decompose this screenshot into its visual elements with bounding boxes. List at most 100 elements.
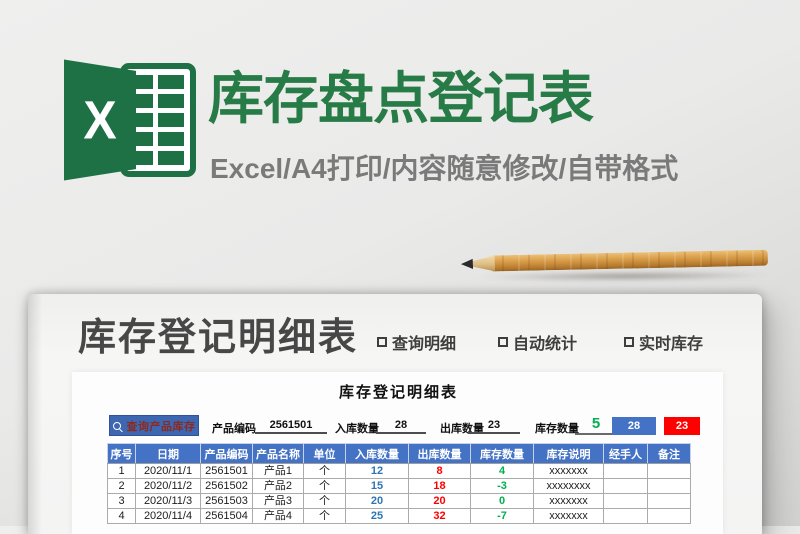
table-cell <box>647 508 691 524</box>
table-cell <box>647 463 691 479</box>
column-header: 序号 <box>107 443 136 464</box>
column-header: 日期 <box>135 443 201 464</box>
table-row: 1 2020/11/1 2561501 产品1 个 12 8 4 xxxxxxx <box>107 463 691 479</box>
template-paper: 库存登记明细表 查询明细 自动统计 实时库存 库存登记明细表 查询产品库存 产品… <box>28 294 762 534</box>
column-header: 库存数量 <box>470 443 534 464</box>
feature-label: 自动统计 <box>513 336 578 353</box>
table-cell: xxxxxxx <box>533 463 604 479</box>
table-cell: 25 <box>345 508 409 524</box>
table-cell: 20 <box>345 493 409 509</box>
excel-logo: X <box>64 57 198 183</box>
product-code-label: 产品编码 <box>212 423 256 435</box>
column-header: 入库数量 <box>345 443 409 464</box>
stock-qty-label: 库存数量 <box>535 423 579 435</box>
table-cell: 18 <box>408 478 471 494</box>
table-cell <box>603 463 648 479</box>
column-header: 库存说明 <box>533 443 604 464</box>
pencil-shadow <box>482 270 769 282</box>
table-row: 4 2020/11/4 2561504 产品4 个 25 32 -7 xxxxxxx <box>107 508 691 524</box>
table-cell: 个 <box>303 508 346 524</box>
logo-grid-cell <box>158 75 184 89</box>
inventory-table: 序号 日期 产品编码 产品名称 单位 入库数量 出库数量 库存数量 库存说明 经手人 备注 1 202… <box>107 443 691 524</box>
outbound-total-badge: 23 <box>664 417 700 435</box>
page-title: 库存盘点登记表 <box>208 67 594 130</box>
table-cell <box>603 508 648 524</box>
pencil-image <box>448 245 771 286</box>
table-cell: 2561502 <box>200 478 253 494</box>
table-cell: 4 <box>107 508 136 524</box>
table-header-row: 序号 日期 产品编码 产品名称 单位 入库数量 出库数量 库存数量 库存说明 经手人 备注 <box>107 443 691 464</box>
table-cell: 产品3 <box>252 493 304 509</box>
feature-auto-stats[interactable]: 自动统计 <box>498 330 577 354</box>
table-cell: 2020/11/1 <box>135 463 201 479</box>
checkbox-icon <box>624 337 634 347</box>
table-cell: 2020/11/3 <box>135 493 201 509</box>
inbound-qty-label: 入库数量 <box>335 423 379 435</box>
table-cell: -3 <box>470 478 534 494</box>
feature-label: 实时库存 <box>639 336 704 353</box>
table-cell: 2020/11/4 <box>135 508 201 524</box>
pencil-graphite-tip <box>461 256 473 272</box>
page-subtitle: Excel/A4打印/内容随意修改/自带格式 <box>210 153 679 184</box>
logo-grid-cell <box>158 132 184 146</box>
table-cell: 20 <box>408 493 471 509</box>
document-heading: 库存登记明细表 <box>78 317 359 359</box>
column-header: 产品编码 <box>200 443 253 464</box>
table-cell: 产品4 <box>252 508 304 524</box>
table-cell: -7 <box>470 508 534 524</box>
table-cell: 2561501 <box>200 463 253 479</box>
table-row: 3 2020/11/3 2561503 产品3 个 20 20 0 xxxxxxx <box>107 493 691 509</box>
search-product-button[interactable]: 查询产品库存 <box>109 415 199 436</box>
table-cell: 15 <box>345 478 409 494</box>
logo-grid-cell <box>135 132 154 146</box>
stock-qty-field: 5 <box>575 415 617 435</box>
column-header: 产品名称 <box>252 443 304 464</box>
table-cell: 12 <box>345 463 409 479</box>
inbound-total-badge: 28 <box>612 417 656 435</box>
table-cell: 产品1 <box>252 463 304 479</box>
table-cell: 2020/11/2 <box>135 478 201 494</box>
logo-grid-cell <box>135 75 154 89</box>
search-icon <box>112 421 121 430</box>
column-header: 单位 <box>303 443 346 464</box>
table-cell: xxxxxxx <box>533 508 604 524</box>
spreadsheet-area: 库存登记明细表 查询产品库存 产品编码 2561501 入库数量 28 出库数量… <box>72 372 723 534</box>
table-cell: xxxxxxxx <box>533 478 604 494</box>
excel-x-letter: X <box>83 89 117 151</box>
table-row: 2 2020/11/2 2561502 产品2 个 15 18 -3 xxxxxxxx <box>107 478 691 494</box>
table-cell: 1 <box>107 463 136 479</box>
table-cell: 个 <box>303 478 346 494</box>
table-cell: 2 <box>107 478 136 494</box>
excel-logo-cover: X <box>64 59 136 181</box>
inbound-qty-field: 28 <box>376 419 426 434</box>
table-title: 库存登记明细表 <box>338 384 458 401</box>
product-code-field[interactable]: 2561501 <box>255 419 327 434</box>
table-cell: 8 <box>408 463 471 479</box>
table-cell: 个 <box>303 463 346 479</box>
logo-grid-cell <box>135 94 154 108</box>
table-cell: 32 <box>408 508 471 524</box>
table-cell: 0 <box>470 493 534 509</box>
outbound-qty-field: 23 <box>468 419 520 434</box>
pencil-body <box>491 249 769 272</box>
table-cell: 个 <box>303 493 346 509</box>
table-cell: 4 <box>470 463 534 479</box>
feature-label: 查询明细 <box>392 336 457 353</box>
table-cell <box>647 493 691 509</box>
logo-grid-cell <box>135 113 154 127</box>
search-button-label: 查询产品库存 <box>126 420 196 433</box>
table-cell <box>647 478 691 494</box>
checkbox-icon <box>377 337 387 347</box>
logo-grid-cell <box>135 151 154 165</box>
table-cell: 2561504 <box>200 508 253 524</box>
feature-realtime-stock[interactable]: 实时库存 <box>624 330 703 354</box>
table-cell <box>603 478 648 494</box>
table-cell: 产品2 <box>252 478 304 494</box>
logo-grid-cell <box>158 113 184 127</box>
logo-grid-cell <box>158 94 184 108</box>
logo-grid-cell <box>158 151 184 165</box>
checkbox-icon <box>498 337 508 347</box>
control-row: 查询产品库存 产品编码 2561501 入库数量 28 出库数量 23 库存数量… <box>107 415 700 439</box>
feature-query-detail[interactable]: 查询明细 <box>377 330 456 354</box>
table-cell: xxxxxxx <box>533 493 604 509</box>
